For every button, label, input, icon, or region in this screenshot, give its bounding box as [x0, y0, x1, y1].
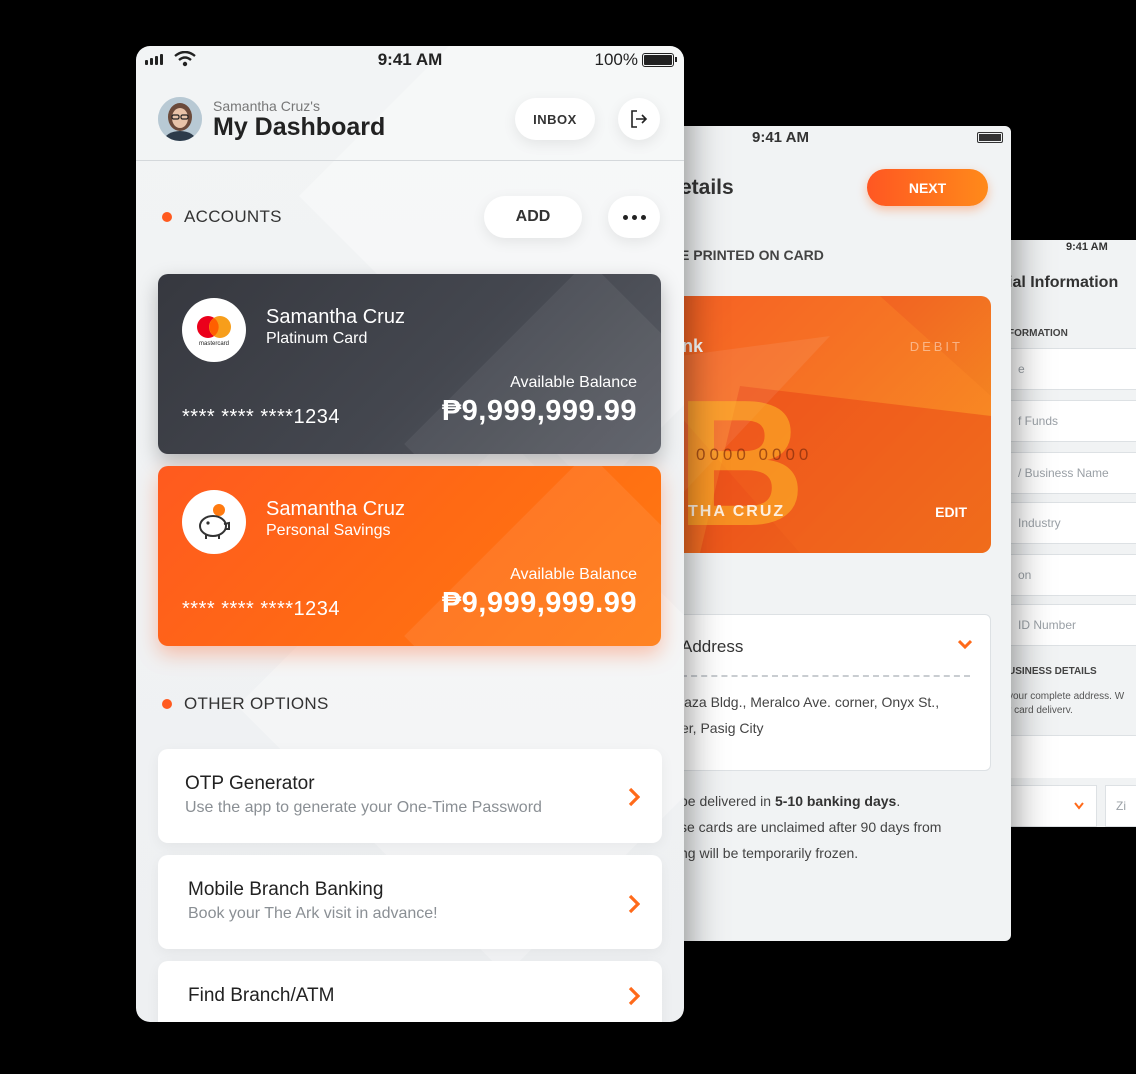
page-title: etails [680, 176, 734, 199]
divider [681, 675, 970, 677]
card-brand: nk [682, 336, 704, 356]
option-title: Find Branch/ATM [188, 985, 335, 1006]
helper-text: your complete address. W r card deliverv… [1008, 691, 1125, 716]
section-heading: E PRINTED ON CARD [680, 247, 824, 263]
dashboard-screen: 9:41 AM 100% Samantha Cruz's My Dashboar… [136, 46, 684, 1022]
card-holder-name: Samantha Cruz [266, 306, 405, 328]
option-subtitle: Use the app to generate your One-Time Pa… [185, 799, 542, 816]
debit-card-preview: B nk DEBIT 0000 0000 THA CRUZ EDIT [680, 296, 991, 553]
chevron-down-icon [1074, 802, 1084, 810]
form-field[interactable]: on [1008, 554, 1136, 596]
battery-percent: 100% [594, 50, 638, 69]
section-heading: FORMATION [1008, 328, 1068, 339]
address-field[interactable] [1008, 735, 1136, 778]
header-divider [136, 160, 684, 161]
chevron-right-icon [628, 787, 640, 807]
delivery-info: be delivered in 5-10 banking days. [680, 793, 901, 809]
balance-amount: ₱9,999,999.99 [441, 587, 637, 619]
edit-button[interactable]: EDIT [935, 504, 967, 520]
user-photo [158, 97, 202, 141]
card-number: 0000 0000 [696, 445, 813, 464]
zip-field[interactable]: Zi [1105, 785, 1136, 827]
account-card-savings[interactable]: Samantha Cruz Personal Savings **** ****… [158, 466, 661, 646]
option-find-branch-atm[interactable]: Find Branch/ATM [158, 961, 662, 1022]
page-title: ial Information [1008, 274, 1119, 291]
form-field[interactable]: f Funds [1008, 400, 1136, 442]
address-line: er, Pasig City [681, 720, 764, 736]
chevron-right-icon [628, 986, 640, 1006]
balance-label: Available Balance [510, 374, 637, 391]
logout-icon [631, 110, 648, 128]
card-details-screen: 9:41 AM etails NEXT E PRINTED ON CARD B … [680, 126, 1011, 941]
card-holder-name: THA CRUZ [688, 503, 786, 520]
accounts-section-heading: ACCOUNTS [162, 207, 282, 227]
inbox-button[interactable]: INBOX [515, 98, 595, 140]
card-holder-name: Samantha Cruz [266, 498, 405, 520]
balance-amount: ₱9,999,999.99 [441, 395, 637, 427]
delivery-info: ng will be temporarily frozen. [680, 845, 859, 861]
add-account-button[interactable]: ADD [484, 196, 582, 238]
next-button[interactable]: NEXT [867, 169, 988, 206]
card-number: **** **** ****1234 [182, 406, 341, 428]
region-select[interactable] [1008, 785, 1097, 827]
svg-text:mastercard: mastercard [199, 341, 229, 347]
status-time: 9:41 AM [1066, 241, 1108, 253]
address-title: Address [681, 637, 744, 656]
form-field[interactable]: Industry [1008, 502, 1136, 544]
form-field[interactable]: e [1008, 348, 1136, 390]
more-dots-icon [622, 214, 628, 220]
piggy-bank-icon [199, 504, 230, 539]
greeting-subtitle: Samantha Cruz's [213, 98, 320, 114]
option-title: OTP Generator [185, 773, 315, 794]
avatar[interactable] [158, 97, 202, 141]
battery-icon [642, 53, 677, 67]
card-type: Platinum Card [266, 330, 368, 347]
mastercard-icon: mastercard [197, 316, 231, 347]
delivery-info: se cards are unclaimed after 90 days fro… [680, 819, 942, 835]
account-card-platinum[interactable]: mastercard Samantha Cruz Platinum Card *… [158, 274, 661, 454]
business-info-screen: 9:41 AM ial Information FORMATION e f Fu… [1008, 240, 1136, 827]
card-number: **** **** ****1234 [182, 598, 341, 620]
option-otp-generator[interactable]: OTP Generator Use the app to generate yo… [158, 749, 662, 843]
option-mobile-branch-banking[interactable]: Mobile Branch Banking Book your The Ark … [158, 855, 662, 949]
address-line: laza Bldg., Meralco Ave. corner, Onyx St… [681, 694, 940, 710]
balance-label: Available Balance [510, 566, 637, 583]
logout-button[interactable] [618, 98, 660, 140]
form-field[interactable]: ID Number [1008, 604, 1136, 646]
mastercard-logo: mastercard [182, 298, 246, 362]
bullet-icon [162, 699, 172, 709]
page-title: My Dashboard [213, 113, 386, 141]
savings-logo [182, 490, 246, 554]
status-bar: 9:41 AM 100% [136, 46, 684, 72]
card-type: Personal Savings [266, 522, 391, 539]
option-title: Mobile Branch Banking [188, 879, 384, 900]
battery-icon [977, 132, 1003, 143]
option-subtitle: Book your The Ark visit in advance! [188, 905, 438, 922]
more-options-button[interactable] [608, 196, 660, 238]
chevron-right-icon [628, 894, 640, 914]
section-heading: USINESS DETAILS [1008, 666, 1097, 677]
bullet-icon [162, 212, 172, 222]
address-dropdown[interactable]: Address laza Bldg., Meralco Ave. corner,… [680, 614, 991, 771]
card-type-label: DEBIT [909, 339, 963, 354]
status-time: 9:41 AM [752, 129, 809, 146]
other-options-section-heading: OTHER OPTIONS [162, 694, 329, 714]
form-field[interactable]: / Business Name [1008, 452, 1136, 494]
chevron-down-icon[interactable] [958, 637, 972, 651]
